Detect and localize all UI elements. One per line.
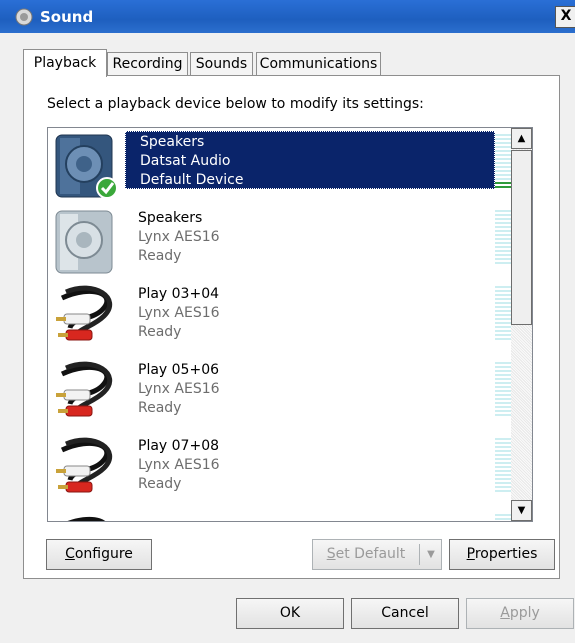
list-item[interactable]: Play 03+04 Lynx AES16 Ready xyxy=(48,280,517,355)
list-item[interactable]: Play 05+06 Lynx AES16 Ready xyxy=(48,356,517,431)
tab-playback[interactable]: Playback xyxy=(23,49,107,77)
tab-recording[interactable]: Recording xyxy=(107,52,188,75)
tab-communications[interactable]: Communications xyxy=(256,52,381,75)
close-button[interactable]: X xyxy=(555,6,575,28)
speaker-icon xyxy=(55,210,113,274)
device-name: Speakers xyxy=(138,210,203,226)
device-name: Play 05+06 xyxy=(138,362,220,378)
cancel-button[interactable]: Cancel xyxy=(351,598,459,629)
configure-button[interactable]: Configure xyxy=(46,539,152,570)
device-status: Default Device xyxy=(140,172,244,188)
device-name: Play 07+08 xyxy=(138,438,220,454)
sound-dialog: Sound X Playback Recording Sounds Commun… xyxy=(0,0,575,643)
device-status: Ready xyxy=(138,324,182,340)
chevron-down-icon[interactable]: ▼ xyxy=(423,540,439,569)
rca-cable-icon xyxy=(67,516,105,521)
scroll-up-button[interactable]: ▲ xyxy=(511,128,532,149)
title-bar[interactable]: Sound X xyxy=(0,0,575,33)
dialog-footer: OK Cancel Apply xyxy=(0,590,575,643)
window-title: Sound xyxy=(40,8,94,26)
speaker-icon xyxy=(55,134,118,199)
device-driver: Lynx AES16 xyxy=(138,305,220,321)
scroll-down-button[interactable]: ▼ xyxy=(511,500,532,521)
device-driver: Lynx AES16 xyxy=(138,381,220,397)
list-item[interactable] xyxy=(48,508,517,521)
device-driver: Lynx AES16 xyxy=(138,229,220,245)
rca-cable-icon xyxy=(56,285,113,341)
device-driver: Datsat Audio xyxy=(140,153,231,169)
device-list[interactable]: Speakers Datsat Audio Default Device Spe… xyxy=(47,127,533,522)
device-status: Ready xyxy=(138,476,182,492)
list-item[interactable]: Speakers Datsat Audio Default Device xyxy=(48,128,517,203)
sound-app-icon xyxy=(15,8,33,26)
device-list-scrollbar[interactable]: ▲ ▼ xyxy=(511,128,532,521)
properties-button[interactable]: Properties xyxy=(449,539,555,570)
device-status: Ready xyxy=(138,248,182,264)
list-item[interactable]: Speakers Lynx AES16 Ready xyxy=(48,204,517,279)
ok-button[interactable]: OK xyxy=(236,598,344,629)
instruction-text: Select a playback device below to modify… xyxy=(47,96,424,112)
device-name: Play 03+04 xyxy=(138,286,220,302)
apply-button[interactable]: Apply xyxy=(466,598,574,629)
device-status: Ready xyxy=(138,400,182,416)
scroll-thumb[interactable] xyxy=(511,150,532,325)
device-driver: Lynx AES16 xyxy=(138,457,220,473)
tab-sounds[interactable]: Sounds xyxy=(190,52,253,75)
set-default-button[interactable]: Set Default ▼ xyxy=(312,539,442,570)
rca-cable-icon xyxy=(56,361,113,417)
playback-panel: Select a playback device below to modify… xyxy=(23,75,560,579)
device-name: Speakers xyxy=(140,134,205,150)
rca-cable-icon xyxy=(56,437,113,493)
list-item[interactable]: Play 07+08 Lynx AES16 Ready xyxy=(48,432,517,507)
